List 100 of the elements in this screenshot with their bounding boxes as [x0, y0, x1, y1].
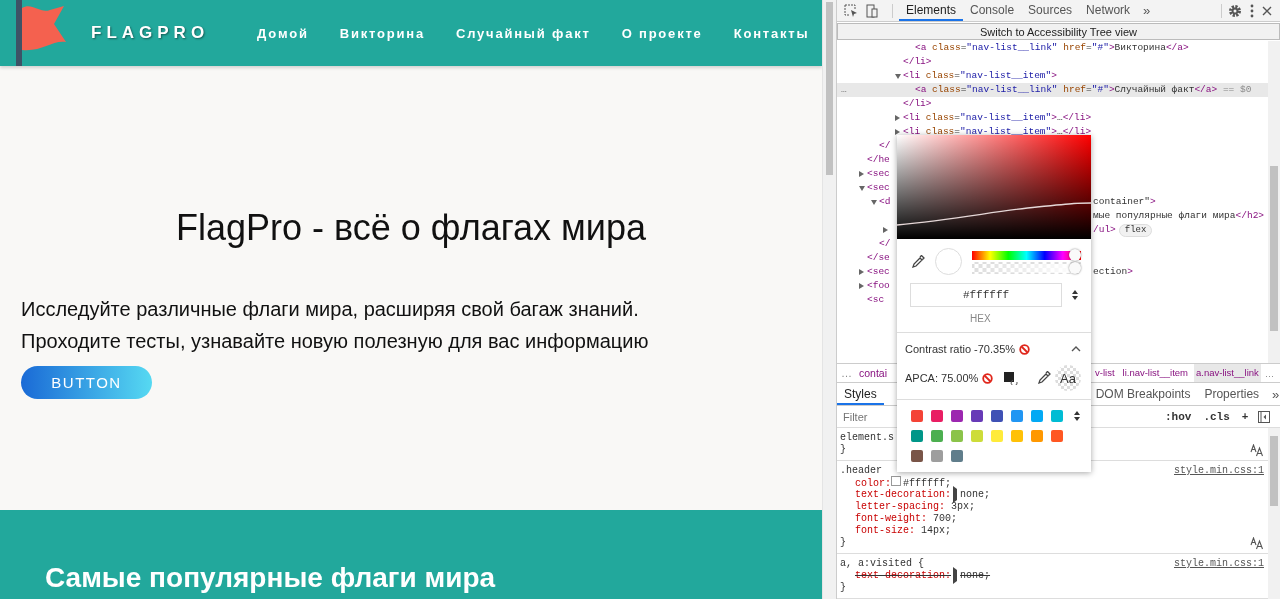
expand-arrow-icon[interactable] — [871, 199, 877, 205]
color-swatch[interactable] — [991, 410, 1003, 422]
dom-node-text[interactable]: <li class="nav-list__item">…</li> — [903, 111, 1092, 125]
breadcrumb[interactable]: v-list — [1093, 364, 1117, 382]
dom-node-text[interactable]: <a class="nav-list__link" href="#">Викторина</a> — [915, 41, 1189, 55]
close-icon[interactable] — [1262, 5, 1272, 16]
device-icon[interactable] — [866, 3, 878, 18]
hex-input-field[interactable]: #ffffff — [910, 283, 1062, 307]
dom-node-text[interactable]: </ — [879, 139, 891, 153]
toolbar-button[interactable]: :hov — [1163, 410, 1194, 423]
css-declaration[interactable]: font-weight: 700; — [840, 513, 958, 525]
devtools-tab[interactable]: Sources — [1021, 0, 1080, 21]
dom-node-text[interactable]: <sec — [867, 181, 890, 195]
css-declaration[interactable]: text-decoration: none; — [840, 570, 991, 582]
sidebar-toggle-icon[interactable] — [1258, 410, 1271, 423]
dom-node-text[interactable]: <sec — [867, 167, 890, 181]
expand-arrow-icon[interactable] — [883, 227, 888, 233]
color-swatch[interactable] — [971, 430, 983, 442]
color-swatch[interactable] — [951, 430, 963, 442]
color-swatch[interactable] — [931, 430, 943, 442]
expand-arrow-icon[interactable] — [953, 486, 957, 503]
color-swatch[interactable] — [931, 410, 943, 422]
css-declaration[interactable]: font-size: 14px; — [840, 525, 952, 537]
dom-node-text[interactable]: </se — [867, 251, 890, 265]
color-swatch[interactable] — [1011, 430, 1023, 442]
expand-arrow-icon[interactable] — [859, 185, 865, 191]
slider-thumb[interactable] — [1069, 249, 1081, 261]
expand-arrow-icon[interactable] — [895, 73, 901, 79]
more-crumbs-button[interactable]: … — [841, 367, 852, 379]
css-declaration[interactable]: text-decoration: none; — [840, 489, 991, 501]
color-swatch[interactable] — [1051, 410, 1063, 422]
color-swatch[interactable] — [1011, 410, 1023, 422]
dom-node-text[interactable]: <d — [879, 195, 891, 209]
more-tabs-button[interactable]: » — [1137, 3, 1157, 18]
dom-node-text[interactable]: мые популярные флаги мира</h2> — [1093, 209, 1265, 223]
dom-node-text[interactable]: </li> — [903, 55, 932, 69]
dom-node-text[interactable]: <sc — [867, 293, 885, 307]
background-swatch-icon[interactable] — [1003, 371, 1020, 385]
settings-icon[interactable] — [1228, 3, 1242, 18]
saturation-gradient[interactable] — [897, 135, 1091, 239]
breadcrumb[interactable]: contai — [857, 364, 890, 382]
inspect-icon[interactable] — [844, 3, 858, 18]
dom-node-text[interactable]: /ul> — [1093, 223, 1116, 237]
dom-node-text[interactable]: container"> — [1093, 195, 1156, 209]
breadcrumb[interactable]: a.nav-list__link — [1194, 364, 1261, 382]
eyedropper-icon[interactable] — [911, 254, 925, 269]
devtools-tab[interactable]: Console — [963, 0, 1022, 21]
expand-arrow-icon[interactable] — [859, 283, 864, 289]
color-swatch[interactable] — [971, 410, 983, 422]
color-swatch[interactable] — [1031, 430, 1043, 442]
expand-arrow-icon[interactable] — [953, 567, 957, 584]
font-editor-icon[interactable] — [1250, 444, 1264, 457]
eyedropper-icon[interactable] — [1037, 371, 1051, 385]
dom-node-text[interactable]: </li> — [903, 97, 932, 111]
more-crumbs-button[interactable]: … — [1264, 367, 1275, 379]
color-swatch[interactable] — [911, 450, 923, 462]
color-swatch[interactable] — [991, 430, 1003, 442]
hue-slider[interactable] — [972, 249, 1081, 261]
caret-icon[interactable] — [1071, 346, 1081, 352]
scrollbar[interactable] — [1268, 428, 1280, 599]
toolbar-button[interactable]: + — [1239, 410, 1251, 423]
expand-arrow-icon[interactable] — [859, 171, 864, 177]
page-scrollbar[interactable] — [822, 0, 836, 599]
expand-arrow-icon[interactable] — [859, 269, 864, 275]
toolbar-button[interactable]: .cls — [1201, 410, 1232, 423]
color-swatch[interactable] — [951, 410, 963, 422]
color-swatch[interactable] — [1051, 430, 1063, 442]
devtools-tab[interactable]: Elements — [899, 0, 964, 21]
source-link[interactable]: style.min.css:1 — [1174, 465, 1264, 476]
dom-node-text[interactable]: <foo — [867, 279, 890, 293]
panel-tab[interactable]: DOM Breakpoints — [1088, 383, 1198, 405]
color-swatch[interactable] — [911, 430, 923, 442]
devtools-tab[interactable]: Network — [1079, 0, 1138, 21]
scrollbar[interactable] — [1268, 41, 1280, 363]
dom-node-text[interactable]: <li class="nav-list__item"> — [903, 69, 1057, 83]
accessibility-tree-button[interactable]: Switch to Accessibility Tree view — [837, 23, 1280, 40]
dom-node-text[interactable]: <a class="nav-list__link" href="#">Случайный факт</a> == $0 — [915, 83, 1252, 97]
dom-node-text[interactable]: <sec — [867, 265, 890, 279]
slider-thumb[interactable] — [1069, 262, 1081, 274]
more-tabs-button[interactable]: » — [1266, 386, 1280, 402]
breadcrumb[interactable]: li.nav-list__item — [1120, 364, 1190, 382]
dom-node-text[interactable]: </ — [879, 237, 891, 251]
color-swatch[interactable] — [1031, 410, 1043, 422]
css-declaration[interactable]: color: #ffffff; — [840, 477, 952, 489]
selected-row[interactable]: … <a class="nav-list__link" href="#">Случайный факт</a> == $0 — [837, 83, 1268, 97]
css-declaration[interactable]: letter-spacing: 3px; — [840, 501, 976, 513]
font-editor-icon[interactable] — [1250, 537, 1264, 550]
color-swatch[interactable] — [931, 450, 943, 462]
more-actions-button[interactable]: … — [841, 83, 847, 97]
expand-arrow-icon[interactable] — [895, 115, 900, 121]
panel-tab[interactable]: Properties — [1197, 383, 1267, 405]
source-link[interactable]: style.min.css:1 — [1174, 558, 1264, 569]
dom-node-text[interactable]: </he — [867, 153, 890, 167]
opacity-slider[interactable] — [972, 262, 1081, 274]
more-options-icon[interactable] — [1250, 3, 1254, 18]
panel-tab[interactable]: Styles — [837, 383, 884, 405]
dom-node-text[interactable]: <li class="nav-list__item">…</li> — [903, 125, 1092, 139]
color-swatch[interactable] — [891, 476, 901, 486]
format-switch-icon[interactable] — [1072, 290, 1078, 300]
color-swatch[interactable] — [951, 450, 963, 462]
